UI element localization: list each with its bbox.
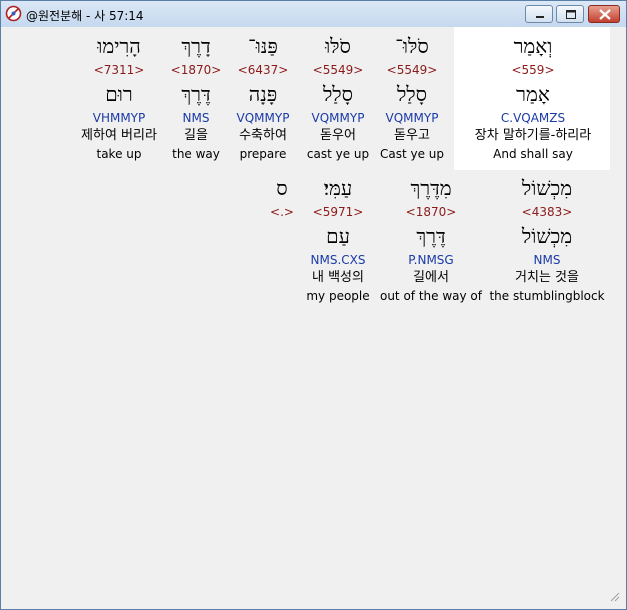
hebrew-lemma: עַם bbox=[326, 224, 350, 248]
korean-gloss: 내 백성의 bbox=[312, 270, 364, 285]
morphology-code: VHMMYP bbox=[92, 111, 146, 125]
title-bar[interactable]: @원전분해 - 사 57:14 bbox=[1, 1, 626, 27]
korean-gloss: 장차 말하기를-하리라 bbox=[474, 128, 592, 143]
korean-gloss: 거치는 것을 bbox=[515, 270, 579, 285]
morphology-code: NMS.CXS bbox=[310, 253, 366, 267]
english-gloss: my people bbox=[306, 289, 370, 303]
close-button[interactable] bbox=[588, 5, 620, 23]
morphology-code: C.VQAMZS bbox=[500, 111, 566, 125]
app-icon bbox=[5, 5, 22, 22]
english-gloss: the stumblingblock bbox=[489, 289, 605, 303]
hebrew-word: ס bbox=[276, 176, 288, 200]
strong-number[interactable]: <4383> bbox=[487, 205, 607, 219]
strong-number[interactable]: <.> bbox=[222, 205, 342, 219]
english-gloss: And shall say bbox=[493, 147, 573, 161]
morphology-code: NMS bbox=[533, 253, 561, 267]
strong-number[interactable]: <559> bbox=[473, 63, 593, 77]
hebrew-lemma: רוּם bbox=[105, 82, 133, 106]
korean-gloss: 제하여 버리라 bbox=[81, 128, 157, 143]
hebrew-word: מִכְשׁוֹל bbox=[521, 176, 573, 200]
close-icon bbox=[599, 9, 611, 20]
hebrew-word: וְאָמַר bbox=[513, 34, 553, 58]
app-window: @원전분해 - 사 57:14 וְאָמַר <559> אָמַר C.VQ… bbox=[0, 0, 627, 610]
hebrew-word: הָרִימוּ bbox=[97, 34, 141, 58]
interlinear-view: וְאָמַר <559> אָמַר C.VQAMZS 장차 말하기를-하리라… bbox=[8, 27, 620, 602]
strong-number[interactable]: <7311> bbox=[59, 63, 179, 77]
maximize-button[interactable] bbox=[556, 5, 584, 23]
minimize-icon bbox=[536, 16, 544, 18]
hebrew-lemma: מִכְשׁוֹל bbox=[521, 224, 573, 248]
window-title: @원전분해 - 사 57:14 bbox=[26, 9, 144, 23]
maximize-icon bbox=[566, 10, 576, 19]
minimize-button[interactable] bbox=[525, 5, 553, 23]
english-gloss: take up bbox=[96, 147, 142, 161]
resize-grip-icon[interactable] bbox=[608, 590, 620, 602]
hebrew-lemma: אָמַר bbox=[516, 82, 550, 106]
